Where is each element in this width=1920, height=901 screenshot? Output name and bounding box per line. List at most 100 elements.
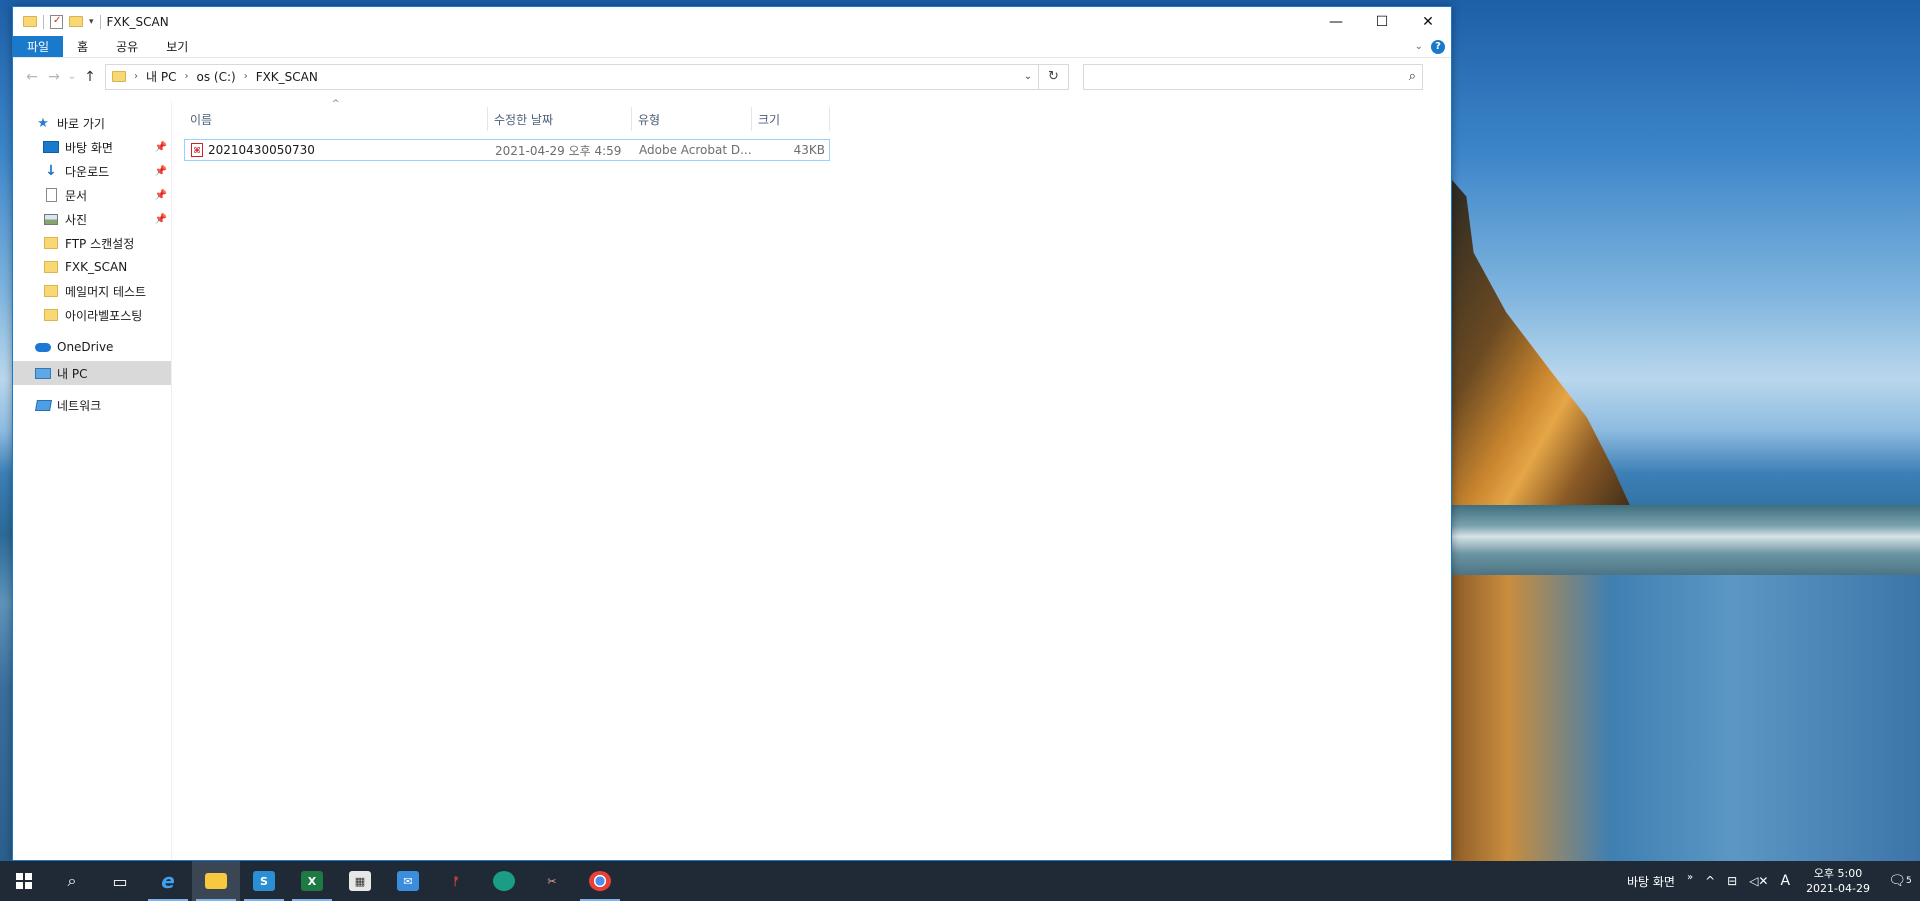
tab-view[interactable]: 보기 [152, 36, 202, 57]
folder-icon [43, 284, 59, 298]
address-bar[interactable]: › 내 PC › os (C:) › FXK_SCAN ⌄ [105, 63, 1039, 90]
tab-home[interactable]: 홈 [63, 36, 102, 57]
properties-icon[interactable] [50, 14, 63, 29]
download-icon: ↓ [45, 163, 57, 179]
nav-item-ilabel-posting[interactable]: 아이라벨포스팅 [13, 303, 171, 327]
start-button[interactable] [0, 861, 48, 901]
edge-button[interactable] [480, 861, 528, 901]
network-icon [34, 398, 52, 412]
nav-item-downloads[interactable]: ↓ 다운로드 📌 [13, 159, 171, 183]
recent-locations-button[interactable]: ⌄ [65, 71, 79, 82]
tab-share[interactable]: 공유 [102, 36, 152, 57]
desktop-toolbar-label[interactable]: 바탕 화면 [1621, 873, 1681, 890]
nav-item-fxk-scan[interactable]: FXK_SCAN [13, 255, 171, 279]
table-row[interactable]: ⌘ 20210430050730 2021-04-29 오후 4:59 Adob… [184, 139, 830, 161]
nav-item-documents[interactable]: 문서 📌 [13, 183, 171, 207]
file-type: Adobe Acrobat D... [639, 143, 752, 157]
chrome-button[interactable] [576, 861, 624, 901]
refresh-button[interactable]: ↻ [1039, 63, 1069, 90]
document-icon [43, 188, 59, 202]
nav-item-mail-merge-test[interactable]: 메일머지 테스트 [13, 279, 171, 303]
nav-network[interactable]: 네트워크 [13, 393, 171, 417]
nav-item-pictures[interactable]: 사진 📌 [13, 207, 171, 231]
show-hidden-icons-button[interactable]: ^ [1699, 874, 1721, 888]
breadcrumb-separator[interactable]: › [244, 71, 248, 82]
nav-item-ftp-scan-settings[interactable]: FTP 스캔설정 [13, 231, 171, 255]
notifications-icon: 🗨 [1888, 873, 1907, 889]
excel-button[interactable]: X [288, 861, 336, 901]
excel-icon: X [301, 871, 323, 891]
nav-quick-access[interactable]: ★ 바로 가기 [13, 111, 171, 135]
column-header-size[interactable]: 크기 [752, 107, 830, 131]
task-view-button[interactable]: ▭ [96, 861, 144, 901]
app-red-button[interactable]: ᚠ [432, 861, 480, 901]
nav-label: 다운로드 [65, 164, 110, 179]
ime-indicator[interactable]: A [1774, 873, 1796, 889]
mail-button[interactable]: ✉ [384, 861, 432, 901]
nav-item-desktop[interactable]: 바탕 화면 📌 [13, 135, 171, 159]
snipping-button[interactable]: ✂ [528, 861, 576, 901]
wallpaper-sea [1452, 505, 1920, 575]
breadcrumb-fxk-scan[interactable]: FXK_SCAN [256, 70, 318, 84]
new-folder-icon[interactable] [69, 16, 83, 27]
breadcrumb-separator[interactable]: › [184, 71, 188, 82]
quick-access-toolbar: ▾ [23, 14, 101, 29]
system-tray: 바탕 화면 » ^ ⊟ ◁✕ A 오후 5:00 2021-04-29 🗨 5 [1621, 861, 1920, 901]
search-input[interactable]: ⌕ [1083, 63, 1423, 90]
action-center-button[interactable]: 🗨 5 [1880, 861, 1920, 901]
pin-icon[interactable]: 📌 [155, 166, 167, 177]
breadcrumb-drive-c[interactable]: os (C:) [196, 70, 235, 84]
toolbar-chevron-icon[interactable]: » [1681, 872, 1699, 883]
column-headers: 이름 ^ 수정한 날짜 유형 크기 [184, 99, 830, 131]
column-label: 유형 [638, 112, 661, 127]
file-explorer-button[interactable] [192, 861, 240, 901]
column-header-name[interactable]: 이름 ^ [184, 99, 488, 131]
nav-label: 내 PC [57, 366, 88, 381]
customize-toolbar-chevron-icon[interactable]: ▾ [89, 17, 94, 27]
taskbar: ⌕ ▭ e S X ▦ ✉ ᚠ ✂ 바탕 화면 » ^ ⊟ ◁✕ A 오후 5:… [0, 861, 1920, 901]
file-name-cell[interactable]: ⌘ 20210430050730 [185, 140, 489, 160]
pin-icon[interactable]: 📌 [155, 214, 167, 225]
pin-icon[interactable]: 📌 [155, 142, 167, 153]
close-button[interactable]: ✕ [1405, 7, 1451, 36]
store-button[interactable]: ▦ [336, 861, 384, 901]
nav-label: 사진 [65, 212, 88, 227]
volume-muted-icon[interactable]: ◁✕ [1743, 874, 1774, 888]
mail-icon: ✉ [397, 871, 419, 891]
search-icon: ⌕ [67, 871, 77, 890]
help-icon[interactable]: ? [1431, 39, 1445, 54]
tab-file[interactable]: 파일 [13, 36, 64, 57]
clock-time: 오후 5:00 [1813, 867, 1863, 880]
clock[interactable]: 오후 5:00 2021-04-29 [1796, 866, 1880, 896]
nav-onedrive[interactable]: OneDrive [13, 335, 171, 359]
file-size: 43KB [793, 143, 825, 157]
outlook-app-button[interactable]: S [240, 861, 288, 901]
chrome-icon [589, 871, 611, 891]
cloud-icon [35, 340, 51, 354]
column-header-modified[interactable]: 수정한 날짜 [488, 107, 632, 131]
pin-icon[interactable]: 📌 [155, 190, 167, 201]
title-bar[interactable]: ▾ FXK_SCAN — ☐ ✕ [13, 7, 1451, 36]
search-button[interactable]: ⌕ [48, 861, 96, 901]
nav-this-pc[interactable]: 내 PC [13, 361, 171, 385]
breadcrumb-separator[interactable]: › [134, 71, 138, 82]
nav-label: 메일머지 테스트 [65, 284, 147, 299]
ribbon-right: ⌄ ? [1415, 36, 1451, 57]
pictures-icon [43, 212, 59, 226]
maximize-button[interactable]: ☐ [1359, 7, 1405, 36]
file-list: 이름 ^ 수정한 날짜 유형 크기 ⌘ 20210430050730 2021-… [172, 99, 1451, 860]
expand-ribbon-icon[interactable]: ⌄ [1415, 41, 1423, 52]
breadcrumb-this-pc[interactable]: 내 PC [146, 68, 176, 85]
forward-button[interactable]: → [43, 69, 65, 85]
minimize-button[interactable]: — [1313, 7, 1359, 36]
up-button[interactable]: ↑ [79, 69, 101, 85]
nav-label: 문서 [65, 188, 88, 203]
internet-explorer-button[interactable]: e [144, 861, 192, 901]
network-status-icon[interactable]: ⊟ [1721, 874, 1743, 888]
edge-icon [493, 871, 515, 891]
address-dropdown-icon[interactable]: ⌄ [1018, 71, 1038, 82]
file-explorer-icon [205, 873, 227, 889]
nav-label: OneDrive [57, 340, 114, 354]
column-header-type[interactable]: 유형 [632, 107, 752, 131]
back-button[interactable]: ← [21, 69, 43, 85]
